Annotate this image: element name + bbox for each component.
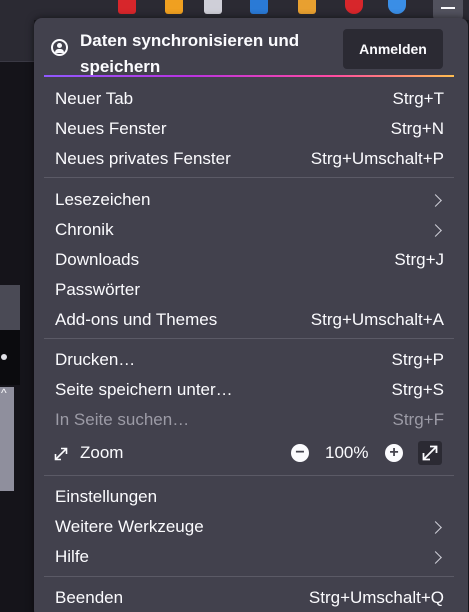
- browser-toolbar: [0, 0, 469, 20]
- menu-item-label: Seite speichern unter…: [55, 380, 233, 399]
- menu-item-shortcut: Strg+Umschalt+P: [310, 149, 444, 168]
- zoom-label: Zoom: [80, 443, 124, 462]
- sync-header: Daten synchronisieren und speichern Anme…: [44, 26, 454, 80]
- menu-item-print[interactable]: Drucken… Strg+P: [44, 345, 454, 375]
- chevron-up-icon: ^: [1, 386, 7, 400]
- browser-tab-strip: [0, 20, 34, 62]
- account-icon: [51, 39, 68, 56]
- sync-separator: [44, 75, 454, 77]
- menu-item-label: Passwörter: [55, 280, 141, 299]
- menu-item-label: Add-ons und Themes: [55, 310, 218, 329]
- extension-icon[interactable]: [165, 0, 183, 14]
- menu-item-passwords[interactable]: Passwörter: [44, 275, 454, 305]
- menu-item-shortcut: Strg+Umschalt+A: [310, 310, 444, 329]
- extension-icon[interactable]: [298, 0, 316, 14]
- page-scrollbar[interactable]: [0, 387, 14, 491]
- fullscreen-button[interactable]: [418, 441, 442, 465]
- menu-separator: [44, 177, 454, 178]
- menu-item-settings[interactable]: Einstellungen: [44, 482, 454, 512]
- menu-item-new-tab[interactable]: Neuer Tab Strg+T: [44, 84, 454, 114]
- menu-item-new-private-window[interactable]: Neues privates Fenster Strg+Umschalt+P: [44, 144, 454, 174]
- menu-item-shortcut: Strg+J: [394, 250, 444, 269]
- menu-item-shortcut: Strg+T: [392, 89, 445, 108]
- menu-item-label: Einstellungen: [55, 487, 158, 506]
- chevron-right-icon: [429, 224, 442, 237]
- chevron-right-icon: [429, 194, 442, 207]
- menu-separator: [44, 576, 454, 577]
- menu-separator: [44, 475, 454, 476]
- menu-item-label: Weitere Werkzeuge: [55, 517, 204, 536]
- menu-item-label: Hilfe: [55, 547, 90, 566]
- hamburger-menu-icon[interactable]: [433, 0, 463, 20]
- app-menu-panel: Daten synchronisieren und speichern Anme…: [34, 18, 468, 612]
- zoom-row: Zoom − 100% +: [44, 438, 454, 468]
- extension-icon[interactable]: [204, 0, 222, 14]
- menu-item-downloads[interactable]: Downloads Strg+J: [44, 245, 454, 275]
- chevron-right-icon: [429, 521, 442, 534]
- menu-item-shortcut: Strg+F: [392, 410, 445, 429]
- sync-title[interactable]: Daten synchronisieren und speichern: [80, 28, 340, 80]
- menu-item-shortcut: Strg+S: [391, 380, 444, 399]
- extension-icon[interactable]: [345, 0, 363, 14]
- zoom-out-button[interactable]: −: [291, 444, 309, 462]
- menu-item-label: Neuer Tab: [55, 89, 134, 108]
- menu-item-shortcut: Strg+N: [390, 119, 444, 138]
- extension-icon[interactable]: [118, 0, 136, 14]
- menu-item-label: Beenden: [55, 588, 124, 607]
- menu-item-label: Chronik: [55, 220, 114, 239]
- menu-item-shortcut: Strg+P: [391, 350, 444, 369]
- menu-item-save-page[interactable]: Seite speichern unter… Strg+S: [44, 375, 454, 405]
- menu-item-label: Neues Fenster: [55, 119, 167, 138]
- menu-item-quit[interactable]: Beenden Strg+Umschalt+Q: [44, 583, 454, 612]
- page-block: [0, 285, 20, 330]
- menu-item-history[interactable]: Chronik: [44, 215, 454, 245]
- chevron-right-icon: [429, 551, 442, 564]
- menu-item-find-in-page: In Seite suchen… Strg+F: [44, 405, 454, 435]
- extension-icon[interactable]: [388, 0, 406, 14]
- menu-item-label: Drucken…: [55, 350, 136, 369]
- menu-item-bookmarks[interactable]: Lesezeichen: [44, 185, 454, 215]
- menu-item-new-window[interactable]: Neues Fenster Strg+N: [44, 114, 454, 144]
- zoom-in-button[interactable]: +: [385, 444, 403, 462]
- menu-item-label: In Seite suchen…: [55, 410, 190, 429]
- sign-in-button[interactable]: Anmelden: [343, 29, 443, 69]
- menu-item-help[interactable]: Hilfe: [44, 542, 454, 572]
- menu-item-label: Downloads: [55, 250, 140, 269]
- fullscreen-icon: [422, 445, 438, 461]
- page-dot: [1, 354, 7, 360]
- zoom-level[interactable]: 100%: [325, 438, 368, 468]
- zoom-arrows-icon: [54, 447, 68, 461]
- menu-item-shortcut: Strg+Umschalt+Q: [308, 588, 444, 607]
- menu-item-label: Lesezeichen: [55, 190, 151, 209]
- menu-item-addons-themes[interactable]: Add-ons und Themes Strg+Umschalt+A: [44, 305, 454, 335]
- extension-icon[interactable]: [250, 0, 268, 14]
- menu-item-more-tools[interactable]: Weitere Werkzeuge: [44, 512, 454, 542]
- menu-separator: [44, 338, 454, 339]
- menu-item-label: Neues privates Fenster: [55, 149, 231, 168]
